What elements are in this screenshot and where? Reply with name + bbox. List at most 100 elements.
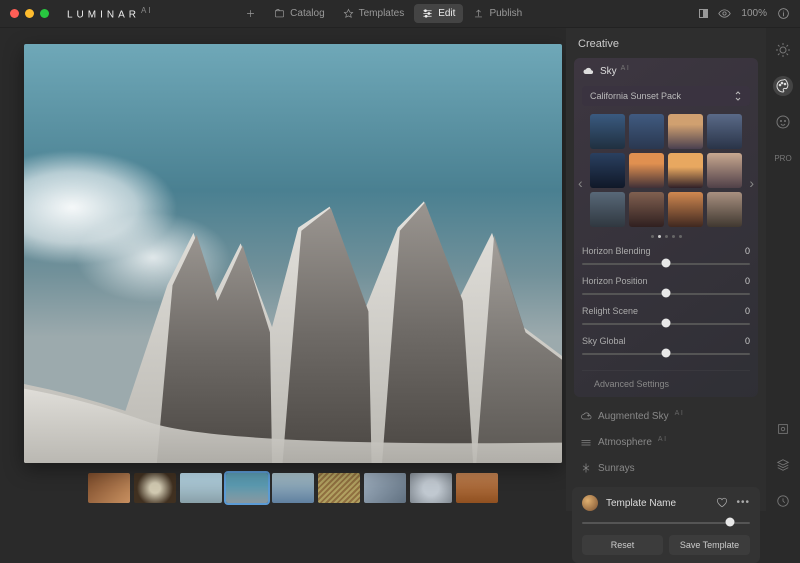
- filmstrip-thumb[interactable]: [180, 473, 222, 503]
- reset-button[interactable]: Reset: [582, 535, 663, 555]
- slider-label: Relight Scene: [582, 306, 638, 316]
- rail-portrait[interactable]: [773, 112, 793, 132]
- sky-preset[interactable]: [590, 114, 625, 149]
- nav-label: Templates: [359, 8, 405, 19]
- rail-pro[interactable]: PRO: [774, 148, 791, 168]
- publish-icon: [473, 8, 484, 19]
- slider-horizon-position[interactable]: [582, 288, 750, 298]
- heart-icon[interactable]: [716, 497, 728, 509]
- sliders-icon: [422, 8, 433, 19]
- sky-preset[interactable]: [668, 153, 703, 188]
- nav-publish[interactable]: Publish: [465, 4, 530, 23]
- plus-icon: [245, 8, 256, 19]
- sky-grid: [590, 112, 742, 229]
- tool-augmented-sky[interactable]: Augmented SkyA I: [566, 403, 766, 429]
- sky-preset[interactable]: [707, 192, 742, 227]
- filmstrip-thumb[interactable]: [134, 473, 176, 503]
- mountain-image: [24, 170, 562, 463]
- filmstrip-thumb[interactable]: [226, 473, 268, 503]
- nav-templates[interactable]: Templates: [335, 4, 413, 23]
- layers-icon: [776, 458, 790, 472]
- sky-prev[interactable]: ‹: [574, 171, 587, 195]
- slider-relight-scene[interactable]: [582, 318, 750, 328]
- sky-preset[interactable]: [629, 114, 664, 149]
- sun-icon: [775, 42, 791, 58]
- tool-sunrays[interactable]: Sunrays: [566, 455, 766, 481]
- filmstrip-thumb[interactable]: [272, 473, 314, 503]
- slider-value: 0: [745, 306, 750, 316]
- rail-layers[interactable]: [773, 455, 793, 475]
- zoom-level[interactable]: 100%: [741, 8, 767, 19]
- sky-preset[interactable]: [590, 192, 625, 227]
- sky-preset[interactable]: [629, 192, 664, 227]
- slider-label: Horizon Blending: [582, 246, 651, 256]
- window-controls[interactable]: [10, 9, 49, 18]
- updown-icon: [734, 91, 742, 101]
- slider-value: 0: [745, 246, 750, 256]
- panel-title: Creative: [566, 28, 766, 58]
- nav-add[interactable]: [237, 4, 264, 23]
- filmstrip-thumb[interactable]: [318, 473, 360, 503]
- template-name[interactable]: Template Name: [606, 498, 708, 509]
- crop-icon: [776, 422, 790, 436]
- min-dot[interactable]: [25, 9, 34, 18]
- rail-history[interactable]: [773, 491, 793, 511]
- palette-icon: [775, 78, 791, 94]
- rail-crop[interactable]: [773, 419, 793, 439]
- haze-icon: [580, 436, 592, 448]
- filmstrip-thumb[interactable]: [88, 473, 130, 503]
- eye-icon[interactable]: [718, 7, 731, 20]
- rail-essentials[interactable]: [773, 40, 793, 60]
- catalog-icon: [274, 8, 285, 19]
- filmstrip: [24, 463, 562, 505]
- top-nav: Catalog Templates Edit Publish: [237, 4, 530, 23]
- sky-preset[interactable]: [668, 192, 703, 227]
- nav-label: Publish: [489, 8, 522, 19]
- nav-label: Edit: [438, 8, 455, 19]
- more-icon[interactable]: •••: [736, 497, 750, 509]
- advanced-settings[interactable]: Advanced Settings: [582, 370, 750, 397]
- save-template-button[interactable]: Save Template: [669, 535, 750, 555]
- page-dots: [582, 235, 750, 238]
- tool-rail: PRO: [766, 28, 800, 511]
- template-avatar: [582, 495, 598, 511]
- app-logo: LUMINARAI: [67, 6, 153, 20]
- right-panel: Creative Sky A I California Sunset Pack …: [566, 28, 766, 511]
- cloud-plus-icon: [580, 410, 592, 422]
- nav-label: Catalog: [290, 8, 324, 19]
- sky-preset[interactable]: [668, 114, 703, 149]
- canvas-preview[interactable]: [24, 44, 562, 463]
- filmstrip-thumb[interactable]: [410, 473, 452, 503]
- sky-preset[interactable]: [707, 153, 742, 188]
- sky-next[interactable]: ›: [745, 171, 758, 195]
- rail-creative[interactable]: [773, 76, 793, 96]
- cloud-icon: [582, 65, 594, 77]
- history-icon: [776, 494, 790, 508]
- info-icon[interactable]: [777, 7, 790, 20]
- max-dot[interactable]: [40, 9, 49, 18]
- filmstrip-thumb[interactable]: [364, 473, 406, 503]
- tool-sky: Sky A I California Sunset Pack ‹ › Horiz…: [574, 58, 758, 397]
- filmstrip-thumb[interactable]: [456, 473, 498, 503]
- slider-sky-global[interactable]: [582, 348, 750, 358]
- slider-label: Horizon Position: [582, 276, 648, 286]
- close-dot[interactable]: [10, 9, 19, 18]
- template-bar: Template Name ••• Reset Save Template: [572, 487, 760, 563]
- slider-value: 0: [745, 336, 750, 346]
- template-amount-slider[interactable]: [582, 517, 750, 527]
- slider-horizon-blending[interactable]: [582, 258, 750, 268]
- templates-icon: [343, 8, 354, 19]
- slider-label: Sky Global: [582, 336, 626, 346]
- sky-preset[interactable]: [707, 114, 742, 149]
- tool-sky-header[interactable]: Sky A I: [574, 58, 758, 84]
- compare-button[interactable]: [699, 9, 708, 18]
- sky-preset[interactable]: [590, 153, 625, 188]
- face-icon: [775, 114, 791, 130]
- nav-edit[interactable]: Edit: [414, 4, 463, 23]
- tool-atmosphere[interactable]: AtmosphereA I: [566, 429, 766, 455]
- slider-value: 0: [745, 276, 750, 286]
- spark-icon: [580, 462, 592, 474]
- sky-pack-select[interactable]: California Sunset Pack: [582, 86, 750, 106]
- nav-catalog[interactable]: Catalog: [266, 4, 332, 23]
- sky-preset[interactable]: [629, 153, 664, 188]
